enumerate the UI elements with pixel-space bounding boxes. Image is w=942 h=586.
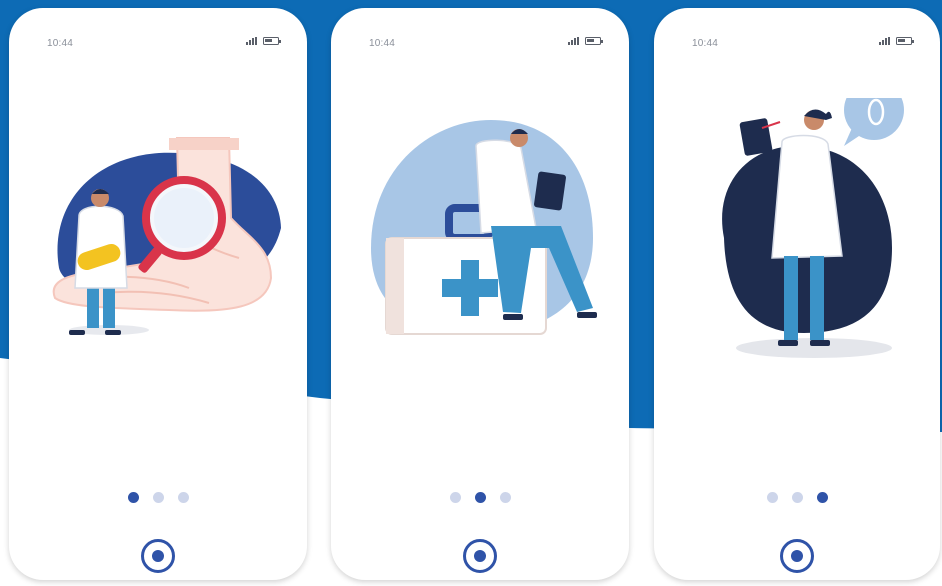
- status-time: 10:44: [692, 38, 719, 49]
- illustration-foot-exam: [52, 137, 282, 335]
- phone-screen-2: 10:44: [331, 8, 629, 580]
- illustration-doctor-clipboard: [722, 98, 904, 358]
- next-button[interactable]: [780, 539, 814, 573]
- battery-icon: [896, 37, 914, 45]
- battery-icon: [585, 37, 603, 45]
- target-icon: [791, 550, 803, 562]
- status-time: 10:44: [369, 38, 396, 49]
- page-indicator: [9, 492, 307, 503]
- page-dot-3[interactable]: [499, 492, 511, 503]
- next-button[interactable]: [141, 539, 175, 573]
- page-dot-2[interactable]: [152, 492, 164, 503]
- page-dot-3[interactable]: [816, 492, 828, 503]
- status-icons: [246, 37, 281, 45]
- page-dot-1[interactable]: [127, 492, 139, 503]
- phone-screen-1: 10:44: [9, 8, 307, 580]
- page-dot-3[interactable]: [177, 492, 189, 503]
- page-dot-2[interactable]: [791, 492, 803, 503]
- signal-icon: [879, 37, 890, 45]
- battery-icon: [263, 37, 281, 45]
- signal-icon: [568, 37, 579, 45]
- target-icon: [474, 550, 486, 562]
- status-time: 10:44: [47, 38, 74, 49]
- signal-icon: [246, 37, 257, 45]
- phone-screen-3: 10:44: [654, 8, 940, 580]
- status-icons: [879, 37, 914, 45]
- page-dot-2[interactable]: [474, 492, 486, 503]
- illustration-first-aid-kit: [371, 120, 597, 335]
- page-indicator: [331, 492, 629, 503]
- page-indicator: [654, 492, 940, 503]
- status-icons: [568, 37, 603, 45]
- next-button[interactable]: [463, 539, 497, 573]
- page-dot-1[interactable]: [766, 492, 778, 503]
- target-icon: [152, 550, 164, 562]
- page-dot-1[interactable]: [449, 492, 461, 503]
